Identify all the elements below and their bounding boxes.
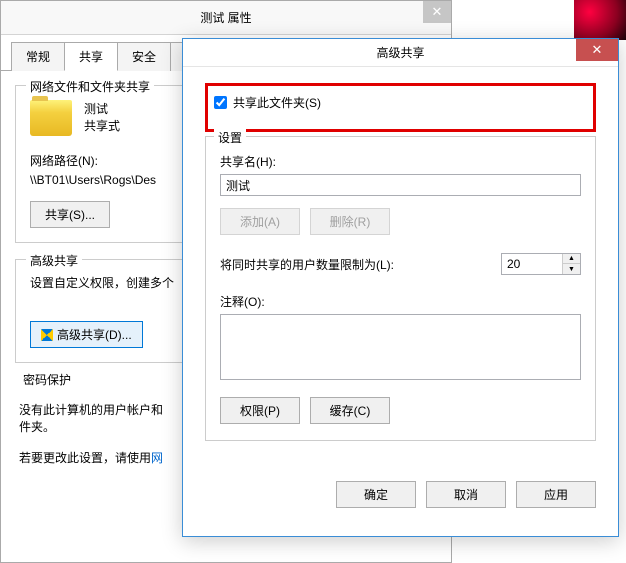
tab-sharing[interactable]: 共享	[64, 42, 118, 71]
dialog-footer: 确定 取消 应用	[183, 467, 618, 522]
desktop-background	[574, 0, 626, 40]
adv-body: 共享此文件夹(S) 设置 共享名(H): 添加(A) 删除(R) 将同时共享的用…	[183, 67, 618, 467]
adv-titlebar[interactable]: 高级共享 ✕	[183, 39, 618, 67]
notes-textarea[interactable]	[220, 314, 581, 380]
spinner-buttons: ▲ ▼	[562, 254, 580, 274]
share-name-input[interactable]	[220, 174, 581, 196]
properties-titlebar[interactable]: 测试 属性 ✕	[1, 1, 451, 35]
folder-name: 测试	[84, 100, 120, 117]
cancel-button[interactable]: 取消	[426, 481, 506, 508]
remove-button[interactable]: 删除(R)	[310, 208, 390, 235]
user-limit-label: 将同时共享的用户数量限制为(L):	[220, 256, 394, 273]
user-limit-row: 将同时共享的用户数量限制为(L): ▲ ▼	[220, 253, 581, 275]
permissions-button[interactable]: 权限(P)	[220, 397, 300, 424]
share-folder-label: 共享此文件夹(S)	[233, 94, 321, 111]
tab-security[interactable]: 安全	[117, 42, 171, 71]
highlight-annotation: 共享此文件夹(S)	[205, 83, 596, 132]
share-name-label: 共享名(H):	[220, 153, 581, 170]
user-limit-spinner[interactable]: ▲ ▼	[501, 253, 581, 275]
group-label-adv: 高级共享	[26, 252, 82, 269]
shield-icon	[41, 329, 53, 341]
notes-label: 注释(O):	[220, 293, 581, 310]
close-icon[interactable]: ✕	[423, 1, 451, 23]
cache-button[interactable]: 缓存(C)	[310, 397, 390, 424]
settings-fieldset: 设置 共享名(H): 添加(A) 删除(R) 将同时共享的用户数量限制为(L):…	[205, 136, 596, 441]
close-icon[interactable]: ✕	[576, 39, 618, 61]
share-state: 共享式	[84, 117, 120, 134]
add-remove-row: 添加(A) 删除(R)	[220, 208, 581, 235]
spinner-up-icon[interactable]: ▲	[563, 254, 580, 264]
properties-title-text: 测试 属性	[200, 9, 251, 26]
share-button[interactable]: 共享(S)...	[30, 201, 110, 228]
fieldset-legend: 设置	[214, 129, 246, 146]
perm-cache-row: 权限(P) 缓存(C)	[220, 397, 581, 424]
add-button[interactable]: 添加(A)	[220, 208, 300, 235]
group-label-pw: 密码保护	[19, 371, 75, 388]
tab-general[interactable]: 常规	[11, 42, 65, 71]
user-limit-input[interactable]	[502, 254, 562, 274]
ok-button[interactable]: 确定	[336, 481, 416, 508]
adv-title-text: 高级共享	[376, 44, 424, 61]
spinner-down-icon[interactable]: ▼	[563, 264, 580, 274]
share-folder-checkbox[interactable]	[214, 96, 227, 109]
group-label: 网络文件和文件夹共享	[26, 78, 154, 95]
folder-icon	[30, 100, 72, 136]
advanced-share-button[interactable]: 高级共享(D)...	[30, 321, 143, 348]
share-folder-checkbox-row[interactable]: 共享此文件夹(S)	[208, 86, 593, 119]
advanced-sharing-dialog: 高级共享 ✕ 共享此文件夹(S) 设置 共享名(H): 添加(A) 删除(R) …	[182, 38, 619, 537]
network-center-link[interactable]: 网	[151, 451, 163, 465]
apply-button[interactable]: 应用	[516, 481, 596, 508]
